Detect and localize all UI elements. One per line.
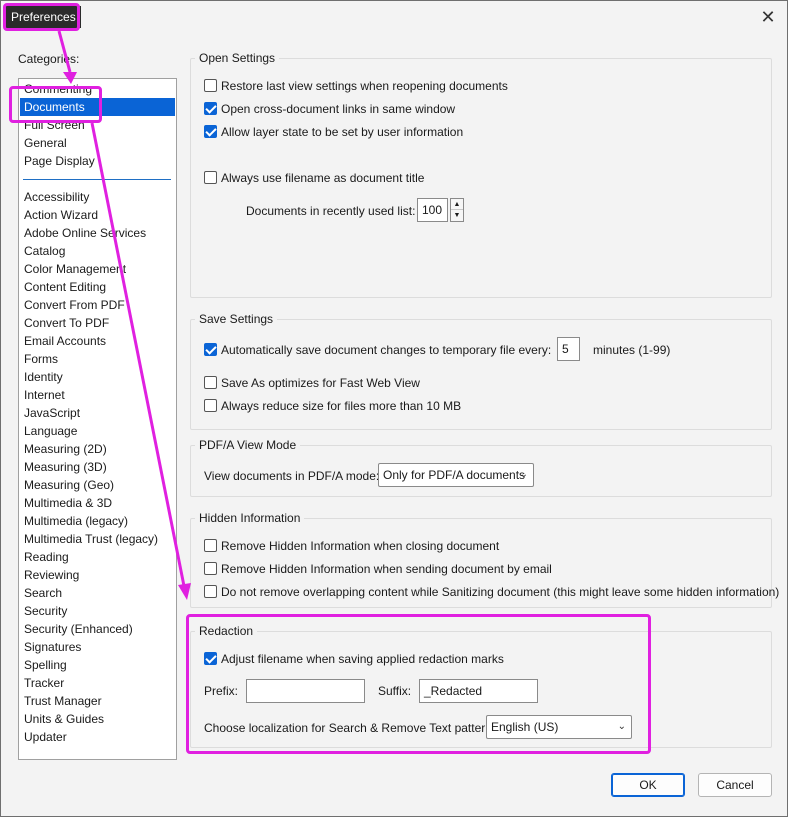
remove-email-checkbox[interactable] xyxy=(204,562,217,575)
categories-list[interactable]: Commenting Documents Full Screen General… xyxy=(18,78,177,760)
category-multimedia-3d[interactable]: Multimedia & 3D xyxy=(20,494,175,512)
category-general[interactable]: General xyxy=(20,134,175,152)
redaction-title: Redaction xyxy=(195,623,258,639)
adjust-filename-label: Adjust filename when saving applied reda… xyxy=(221,652,504,666)
category-full-screen[interactable]: Full Screen xyxy=(20,116,175,134)
adjust-filename-checkbox[interactable] xyxy=(204,652,217,665)
category-documents[interactable]: Documents xyxy=(20,98,175,116)
category-commenting[interactable]: Commenting xyxy=(20,80,175,98)
save-as-optimizes-checkbox[interactable] xyxy=(204,376,217,389)
stepper-down-icon[interactable]: ▼ xyxy=(451,210,463,221)
save-settings-group: Save Settings Automatically save documen… xyxy=(190,311,772,430)
remove-email-label: Remove Hidden Information when sending d… xyxy=(221,562,552,576)
category-tracker[interactable]: Tracker xyxy=(20,674,175,692)
category-page-display[interactable]: Page Display xyxy=(20,152,175,170)
category-reviewing[interactable]: Reviewing xyxy=(20,566,175,584)
categories-label: Categories: xyxy=(18,52,80,66)
open-cross-doc-label: Open cross-document links in same window xyxy=(221,102,456,116)
pdfa-mode-dropdown[interactable]: Only for PDF/A documents ⌄ xyxy=(378,463,534,487)
category-measuring-3d[interactable]: Measuring (3D) xyxy=(20,458,175,476)
preferences-dialog: Preferences ✕ Categories: Commenting Doc… xyxy=(0,0,788,817)
chevron-down-icon: ⌄ xyxy=(617,721,626,732)
category-internet[interactable]: Internet xyxy=(20,386,175,404)
category-measuring-geo[interactable]: Measuring (Geo) xyxy=(20,476,175,494)
pdfa-group: PDF/A View Mode View documents in PDF/A … xyxy=(190,437,772,497)
category-trust-manager[interactable]: Trust Manager xyxy=(20,692,175,710)
pdfa-mode-value: Only for PDF/A documents xyxy=(383,468,526,482)
auto-save-checkbox[interactable] xyxy=(204,343,217,356)
category-convert-to-pdf[interactable]: Convert To PDF xyxy=(20,314,175,332)
suffix-input[interactable]: _Redacted xyxy=(419,679,538,703)
always-use-filename-label: Always use filename as document title xyxy=(221,171,425,185)
allow-layer-state-label: Allow layer state to be set by user info… xyxy=(221,125,464,139)
always-use-filename-checkbox[interactable] xyxy=(204,171,217,184)
category-javascript[interactable]: JavaScript xyxy=(20,404,175,422)
window-title: Preferences xyxy=(6,6,81,28)
category-reading[interactable]: Reading xyxy=(20,548,175,566)
prefix-input[interactable] xyxy=(246,679,365,703)
hidden-info-group: Hidden Information Remove Hidden Informa… xyxy=(190,510,779,608)
category-convert-from-pdf[interactable]: Convert From PDF xyxy=(20,296,175,314)
category-spelling[interactable]: Spelling xyxy=(20,656,175,674)
no-remove-overlap-label: Do not remove overlapping content while … xyxy=(221,585,780,599)
stepper-up-icon[interactable]: ▲ xyxy=(451,199,463,210)
category-measuring-2d[interactable]: Measuring (2D) xyxy=(20,440,175,458)
remove-closing-checkbox[interactable] xyxy=(204,539,217,552)
category-catalog[interactable]: Catalog xyxy=(20,242,175,260)
category-action-wizard[interactable]: Action Wizard xyxy=(20,206,175,224)
save-settings-title: Save Settings xyxy=(195,311,278,327)
save-as-optimizes-label: Save As optimizes for Fast Web View xyxy=(221,376,420,390)
open-settings-title: Open Settings xyxy=(195,50,280,66)
category-identity[interactable]: Identity xyxy=(20,368,175,386)
always-reduce-label: Always reduce size for files more than 1… xyxy=(221,399,462,413)
auto-save-minutes-input[interactable]: 5 xyxy=(557,337,580,361)
category-language[interactable]: Language xyxy=(20,422,175,440)
chevron-down-icon: ⌄ xyxy=(519,469,528,480)
pdfa-mode-label: View documents in PDF/A mode: xyxy=(204,469,380,483)
category-forms[interactable]: Forms xyxy=(20,350,175,368)
ok-button[interactable]: OK xyxy=(611,773,685,797)
allow-layer-state-checkbox[interactable] xyxy=(204,125,217,138)
category-search[interactable]: Search xyxy=(20,584,175,602)
category-accessibility[interactable]: Accessibility xyxy=(20,188,175,206)
prefix-label: Prefix: xyxy=(204,684,239,698)
suffix-label: Suffix: xyxy=(378,684,412,698)
category-separator xyxy=(23,179,171,180)
auto-save-label: Automatically save document changes to t… xyxy=(221,343,552,357)
recent-list-input[interactable]: 100 xyxy=(417,198,448,222)
restore-last-view-label: Restore last view settings when reopenin… xyxy=(221,79,508,93)
localization-label: Choose localization for Search & Remove … xyxy=(204,721,502,735)
remove-closing-label: Remove Hidden Information when closing d… xyxy=(221,539,500,553)
category-security[interactable]: Security xyxy=(20,602,175,620)
no-remove-overlap-checkbox[interactable] xyxy=(204,585,217,598)
cancel-button[interactable]: Cancel xyxy=(698,773,772,797)
localization-value: English (US) xyxy=(491,720,559,734)
minutes-label: minutes (1-99) xyxy=(593,343,671,357)
category-units-guides[interactable]: Units & Guides xyxy=(20,710,175,728)
hidden-info-title: Hidden Information xyxy=(195,510,305,526)
localization-dropdown[interactable]: English (US) ⌄ xyxy=(486,715,632,739)
category-adobe-online-services[interactable]: Adobe Online Services xyxy=(20,224,175,242)
title-bar: Preferences ✕ xyxy=(1,1,787,33)
open-cross-doc-checkbox[interactable] xyxy=(204,102,217,115)
redaction-group: Redaction Adjust filename when saving ap… xyxy=(190,623,772,748)
category-updater[interactable]: Updater xyxy=(20,728,175,746)
open-settings-group: Open Settings Restore last view settings… xyxy=(190,50,772,298)
category-email-accounts[interactable]: Email Accounts xyxy=(20,332,175,350)
category-multimedia-legacy[interactable]: Multimedia (legacy) xyxy=(20,512,175,530)
recent-list-label: Documents in recently used list: xyxy=(246,204,416,218)
category-security-enhanced[interactable]: Security (Enhanced) xyxy=(20,620,175,638)
close-icon[interactable]: ✕ xyxy=(755,5,781,29)
category-content-editing[interactable]: Content Editing xyxy=(20,278,175,296)
recent-list-stepper[interactable]: ▲ ▼ xyxy=(450,198,464,222)
category-signatures[interactable]: Signatures xyxy=(20,638,175,656)
category-multimedia-trust-legacy[interactable]: Multimedia Trust (legacy) xyxy=(20,530,175,548)
category-color-management[interactable]: Color Management xyxy=(20,260,175,278)
always-reduce-checkbox[interactable] xyxy=(204,399,217,412)
pdfa-title: PDF/A View Mode xyxy=(195,437,301,453)
restore-last-view-checkbox[interactable] xyxy=(204,79,217,92)
